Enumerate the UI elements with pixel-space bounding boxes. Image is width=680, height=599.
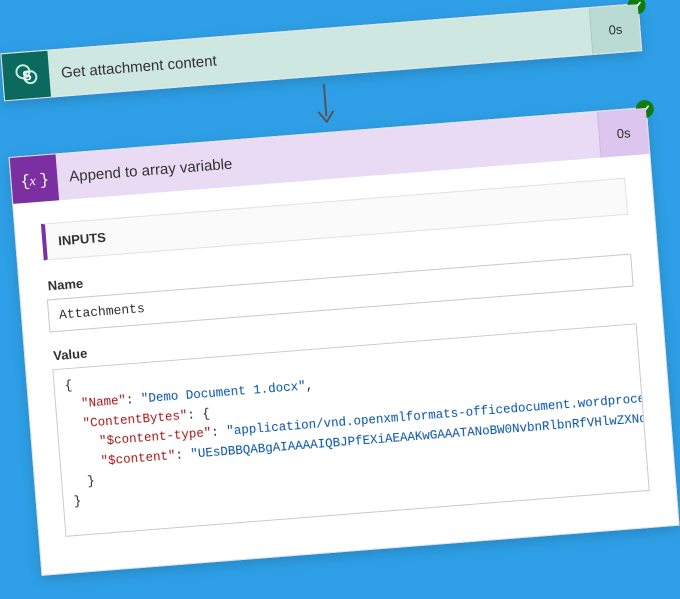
step-duration: 0s	[597, 107, 649, 157]
variable-icon: {x}	[10, 154, 59, 203]
svg-text:S: S	[22, 67, 33, 84]
sharepoint-icon: S	[2, 50, 51, 99]
step-duration: 0s	[589, 4, 641, 54]
step-body: INPUTS Name Attachments Value { "Name": …	[13, 153, 678, 574]
step-append-to-array-variable[interactable]: {x} Append to array variable 0s INPUTS N…	[9, 106, 680, 575]
svg-text:}: }	[39, 171, 49, 190]
svg-text:x: x	[28, 174, 37, 190]
